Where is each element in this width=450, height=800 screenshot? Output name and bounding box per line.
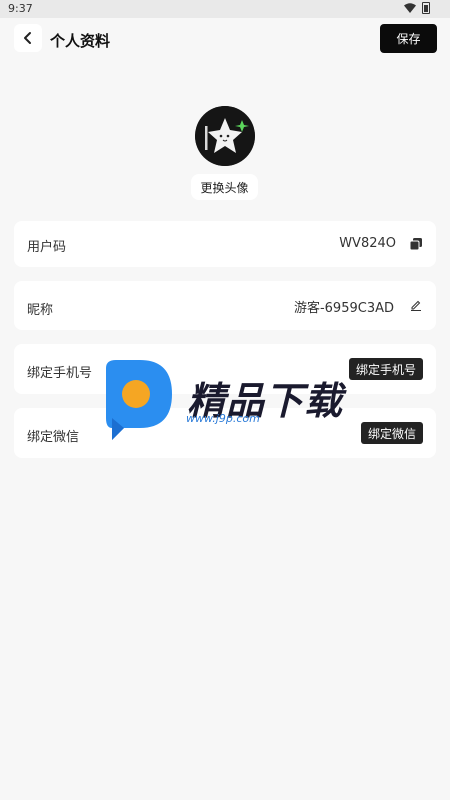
status-time: 9:37 — [8, 2, 33, 15]
bind-phone-label: 绑定手机号 — [27, 366, 93, 381]
copy-icon[interactable] — [410, 238, 422, 250]
battery-icon — [422, 2, 430, 14]
user-code-value: WV824O — [339, 236, 396, 251]
bind-wechat-label: 绑定微信 — [27, 430, 80, 445]
bind-wechat-button[interactable]: 绑定微信 — [360, 422, 423, 444]
nickname-value: 游客-6959C3AD — [293, 301, 394, 316]
status-bar: 9:37 — [0, 0, 450, 18]
edit-icon[interactable] — [410, 299, 422, 311]
bind-phone-button[interactable]: 绑定手机号 — [348, 358, 423, 380]
bind-phone-row: 绑定手机号 绑定手机号 — [14, 344, 436, 394]
page-title: 个人资料 — [50, 32, 111, 50]
change-avatar-button[interactable]: 更换头像 — [191, 174, 258, 200]
status-icons — [404, 2, 430, 14]
user-code-label: 用户码 — [27, 240, 67, 255]
header: 个人资料 保存 — [0, 20, 450, 60]
user-code-row: 用户码 WV824O — [14, 221, 436, 267]
avatar[interactable] — [195, 106, 255, 166]
save-button[interactable]: 保存 — [380, 24, 437, 53]
wifi-icon — [404, 3, 416, 13]
back-button[interactable] — [14, 24, 42, 52]
avatar-star-character-icon — [195, 106, 255, 166]
bind-wechat-row: 绑定微信 绑定微信 — [14, 408, 436, 458]
nickname-row[interactable]: 昵称 游客-6959C3AD — [14, 281, 436, 330]
chevron-left-icon — [24, 32, 31, 44]
nickname-label: 昵称 — [27, 303, 54, 318]
